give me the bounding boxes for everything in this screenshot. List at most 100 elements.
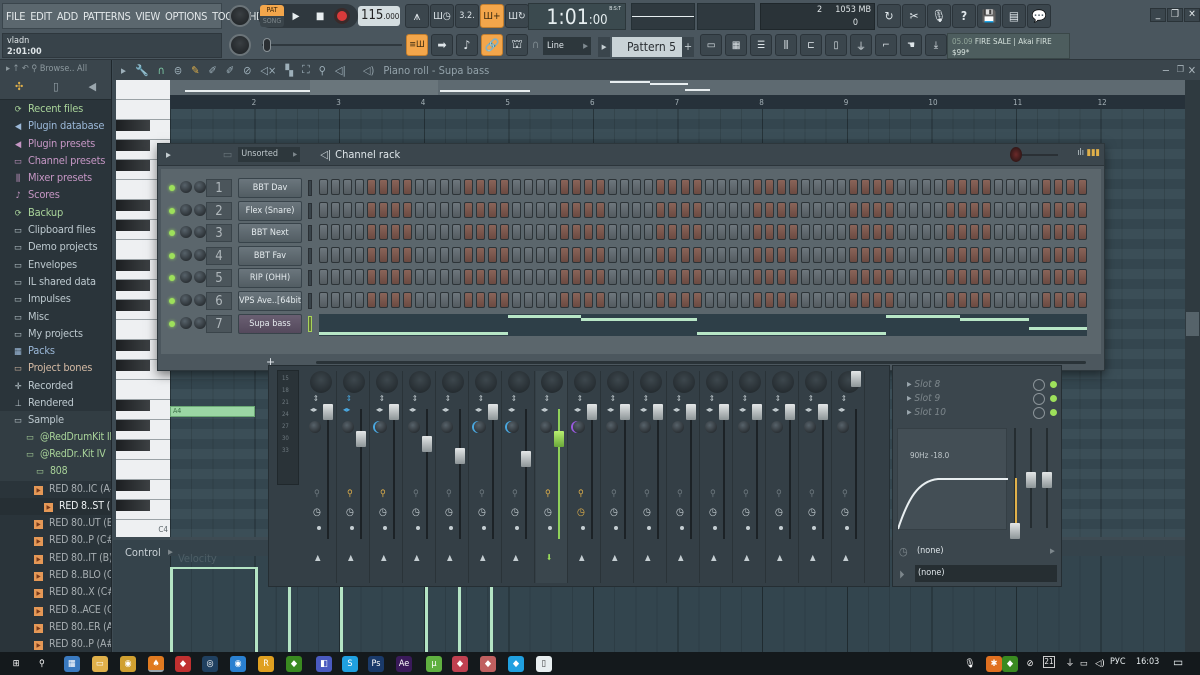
chrome-icon[interactable]: ◉ [120,656,136,672]
rack-menu-arrow[interactable]: ▶ [166,151,171,159]
pan-knob[interactable] [180,248,192,261]
clock-icon[interactable]: ◷ [412,507,420,518]
step-button[interactable] [451,179,461,195]
step-button[interactable] [692,179,702,195]
mixer-send-knob[interactable] [442,371,464,393]
clock-icon[interactable]: ◷ [346,507,354,518]
clock-icon[interactable]: ◷ [511,507,519,518]
step-button[interactable] [584,246,594,263]
step-button[interactable] [776,179,786,195]
pan-knob[interactable] [573,421,585,433]
swap-icon[interactable]: ⇕ [544,394,550,403]
step-button[interactable] [596,292,606,308]
clock-icon[interactable]: ◷ [445,507,453,518]
browser-item[interactable]: ▭ Impulses [0,290,111,307]
minimize-icon[interactable]: − [1162,64,1170,77]
step-button[interactable] [379,179,389,195]
pat-mode[interactable]: PAT [260,5,284,16]
step-button[interactable] [704,224,714,241]
mixer-send-knob[interactable] [475,371,497,393]
step-button[interactable] [535,292,545,308]
mixer-track-number[interactable]: 6 [206,292,232,310]
pan-knob[interactable] [441,421,453,433]
step-button[interactable] [644,179,654,195]
record-dot[interactable] [416,526,420,530]
step-button[interactable] [752,292,762,308]
step-button[interactable] [921,269,931,286]
record-dot[interactable] [746,526,750,530]
black-key[interactable] [116,140,150,151]
step-button[interactable] [584,292,594,308]
step-button[interactable] [801,224,810,241]
fx-toggle-icon[interactable]: ⚲ [413,489,419,499]
step-button[interactable] [740,292,750,308]
route-arrow-icon[interactable]: ▲ [612,553,618,562]
step-button[interactable] [969,179,979,195]
calendar-badge[interactable]: 21 [1043,656,1055,668]
fx-slot[interactable]: ▸ Slot 9 [893,392,1061,406]
channel-select-indicator[interactable] [308,293,312,309]
step-button[interactable] [572,292,582,308]
step-button[interactable] [692,224,702,241]
step-button[interactable] [1066,246,1076,263]
search-icon[interactable]: ⚲ [34,656,50,672]
step-button[interactable] [439,269,449,286]
step-button[interactable] [993,269,1003,286]
clock-icon[interactable]: ◷ [379,507,387,518]
brush-icon[interactable]: ✐ [209,64,217,77]
browser-item[interactable]: ▭ Misc [0,308,111,325]
step-button[interactable] [319,269,328,286]
step-button[interactable] [656,246,666,263]
black-key[interactable] [116,300,150,311]
browser-file[interactable]: ▶ RED 8..ACE (C) [0,602,111,619]
step-button[interactable] [331,292,341,308]
menu-edit[interactable]: EDIT [30,10,52,23]
nvidia-icon[interactable]: ◆ [286,656,302,672]
step-button[interactable] [499,292,509,308]
stop-button[interactable]: ■ [308,11,332,22]
step-button[interactable] [1029,246,1039,263]
pan-knob[interactable] [474,421,486,433]
menu-add[interactable]: ADD [57,10,78,23]
black-key[interactable] [116,420,150,431]
step-button[interactable] [415,224,425,241]
stereo-icon[interactable]: ◂▸ [310,405,317,414]
app3-icon[interactable]: ◆ [480,656,496,672]
swap-icon[interactable]: ⇕ [313,394,319,403]
browser-item[interactable]: ▭ Project bones [0,359,111,376]
step-button[interactable] [764,269,774,286]
piano-roll-overview[interactable] [170,80,1185,95]
step-button[interactable] [403,269,413,286]
browser-item[interactable]: ◀ Plugin presets [0,135,111,152]
step-button[interactable] [957,201,967,218]
mixer-send-knob[interactable] [343,371,365,393]
step-button[interactable] [379,292,389,308]
menu-patterns[interactable]: PATTERNS [83,10,131,23]
clock-icon[interactable]: ◷ [610,507,618,518]
step-button[interactable] [776,292,786,308]
black-key[interactable] [116,160,150,171]
step-button[interactable] [656,292,666,308]
fx-slot[interactable]: ▸ Slot 8 [893,378,1061,392]
step-button[interactable] [680,179,690,195]
nvidia-tray-icon[interactable]: ◆ [1002,656,1018,672]
step-button[interactable] [463,292,473,308]
stereo-icon[interactable]: ◂▸ [805,405,812,414]
step-button[interactable] [1054,269,1064,286]
step-button[interactable] [656,224,666,241]
step-button[interactable] [1054,246,1064,263]
step-button[interactable] [427,269,437,286]
step-button[interactable] [547,224,557,241]
black-key[interactable] [116,280,150,291]
step-button[interactable] [1042,179,1051,195]
step-button[interactable] [728,292,738,308]
step-button[interactable] [475,201,485,218]
step-button[interactable] [1005,246,1015,263]
task-view-icon[interactable]: ▦ [64,656,80,672]
step-button[interactable] [788,179,798,195]
menu-file[interactable]: FILE [6,10,25,23]
clock-icon[interactable]: ◷ [643,507,651,518]
step-button[interactable] [584,224,594,241]
step-button[interactable] [933,179,943,195]
pan-knob[interactable] [375,421,387,433]
